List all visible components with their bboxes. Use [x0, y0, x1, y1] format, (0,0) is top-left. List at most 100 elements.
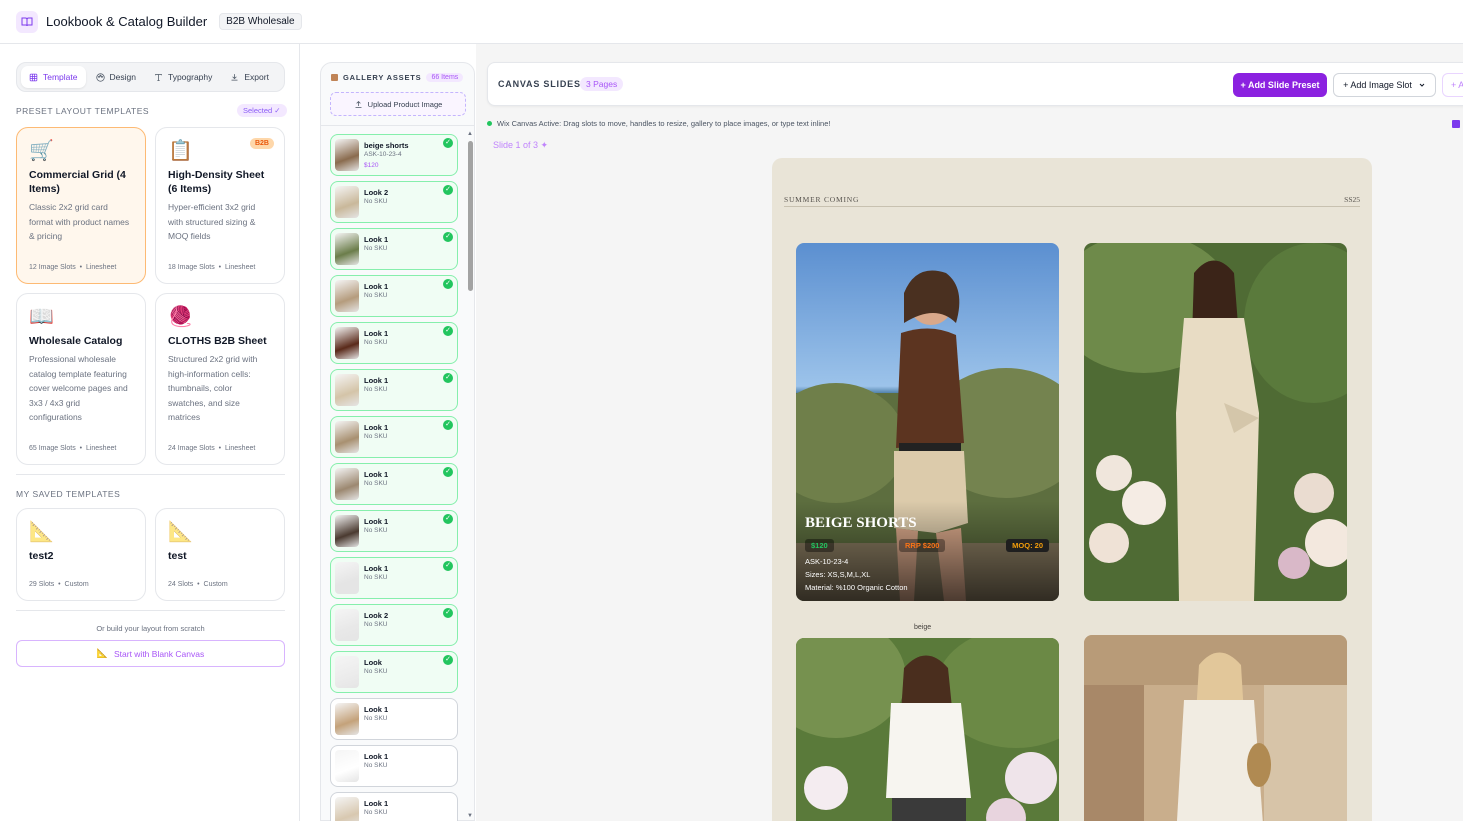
slide-title[interactable]: SUMMER COMING — [784, 195, 859, 204]
slot-caption[interactable]: beige — [914, 624, 931, 631]
product-thumbnail — [335, 468, 359, 500]
item-sku: No SKU — [364, 527, 388, 534]
product-name[interactable]: BEIGE SHORTS — [805, 515, 917, 532]
tab-design[interactable]: Design — [88, 66, 144, 88]
upload-button[interactable]: Upload Product Image — [330, 92, 466, 116]
gallery-item[interactable]: Look 1 No SKU ✓ — [330, 557, 458, 599]
add-image-slot-label: + Add Image Slot — [1343, 80, 1412, 90]
product-thumbnail — [335, 797, 359, 821]
product-material[interactable]: Material: %100 Organic Cotton — [805, 583, 908, 592]
product-sizes[interactable]: Sizes: XS,S,M,L,XL — [805, 570, 870, 579]
gallery-item[interactable]: Look 1 No SKU ✓ — [330, 510, 458, 552]
gallery-item[interactable]: beige shorts ASK-10-23-4 $120 ✓ — [330, 134, 458, 176]
gallery-item[interactable]: Look 1 No SKU — [330, 698, 458, 740]
item-sku: No SKU — [364, 386, 388, 393]
gallery-item[interactable]: Look 1 No SKU — [330, 792, 458, 821]
scroll-thumb[interactable] — [468, 141, 473, 291]
tab-export[interactable]: Export — [222, 66, 277, 88]
product-thumbnail — [335, 515, 359, 547]
item-name: Look 1 — [364, 752, 389, 761]
app-title: Lookbook & Catalog Builder — [46, 14, 208, 29]
preset-meta: 24 Image Slots • Linesheet — [168, 445, 256, 452]
check-icon: ✓ — [443, 279, 453, 289]
preset-card-cloths-b2b[interactable]: 🧶 CLOTHS B2B Sheet Structured 2x2 grid w… — [155, 293, 285, 465]
gallery-item[interactable]: Look 1 No SKU ✓ — [330, 463, 458, 505]
slide-canvas[interactable]: SUMMER COMING SS25 BEIGE SHORTS $120 RRP… — [772, 158, 1372, 821]
tab-template[interactable]: Template — [21, 66, 86, 88]
selected-badge: Selected ✓ — [237, 104, 287, 117]
rrp-badge[interactable]: RRP $200 — [899, 539, 946, 552]
product-thumbnail — [335, 186, 359, 218]
product-photo — [796, 638, 1059, 821]
tab-label: Typography — [167, 72, 213, 82]
tab-label: Export — [244, 72, 269, 82]
item-name: Look 1 — [364, 235, 389, 244]
gallery-item[interactable]: Look 1 No SKU — [330, 745, 458, 787]
divider — [16, 474, 285, 475]
item-name: Look 1 — [364, 282, 389, 291]
preset-title: CLOTHS B2B Sheet — [168, 335, 267, 347]
add-image-slot-button[interactable]: + Add Image Slot — [1333, 73, 1436, 97]
canvas-toolbar: CANVAS SLIDES: 3 Pages + Add Slide Prese… — [487, 62, 1463, 106]
item-sku: No SKU — [364, 809, 388, 816]
product-thumbnail — [335, 750, 359, 782]
triangle-ruler-icon: 📐 — [29, 521, 54, 543]
preset-card-high-density[interactable]: B2B 📋 High-Density Sheet (6 Items) Hyper… — [155, 127, 285, 284]
blank-canvas-label: Start with Blank Canvas — [113, 648, 205, 659]
item-name: beige shorts — [364, 141, 409, 150]
grid-icon — [29, 73, 38, 81]
gallery-item[interactable]: Look 1 No SKU ✓ — [330, 228, 458, 270]
gallery-item[interactable]: Look 1 No SKU ✓ — [330, 322, 458, 364]
gallery-item[interactable]: Look No SKU ✓ — [330, 651, 458, 693]
saved-title: test — [168, 550, 187, 562]
product-sku[interactable]: ASK-10-23-4 — [805, 557, 848, 566]
canvas-area: CANVAS SLIDES: 3 Pages + Add Slide Prese… — [476, 44, 1463, 821]
tab-label: Template — [43, 72, 78, 82]
image-slot-2[interactable] — [1084, 243, 1347, 601]
gallery-item[interactable]: Look 1 No SKU ✓ — [330, 275, 458, 317]
open-book-icon: 📖 — [29, 306, 54, 328]
app-header: Lookbook & Catalog Builder B2B Wholesale — [0, 0, 1463, 44]
check-icon: ✓ — [443, 373, 453, 383]
box-icon — [331, 74, 338, 81]
add-slide-preset-button[interactable]: + Add Slide Preset — [1233, 73, 1327, 97]
blank-canvas-button[interactable]: 📐 Start with Blank Canvas — [16, 640, 285, 667]
product-thumbnail — [335, 139, 359, 171]
scratch-hint: Or build your layout from scratch — [96, 624, 205, 633]
saved-title: test2 — [29, 550, 54, 562]
product-thumbnail — [335, 703, 359, 735]
gallery-scrollbar[interactable]: ▲ ▼ — [467, 131, 474, 821]
item-name: Look 1 — [364, 329, 389, 338]
upload-label: Upload Product Image — [367, 99, 443, 109]
price-badge[interactable]: $120 — [805, 539, 834, 552]
item-name: Look — [364, 658, 382, 667]
type-icon — [155, 73, 162, 81]
slide-indicator: Slide 1 of 3 ✦ — [493, 140, 549, 150]
image-slot-3[interactable] — [796, 638, 1059, 821]
scroll-down-icon[interactable]: ▼ — [467, 813, 473, 819]
save-icon[interactable] — [1452, 120, 1460, 128]
gallery-item[interactable]: Look 2 No SKU ✓ — [330, 604, 458, 646]
moq-badge[interactable]: MOQ: 20 — [1006, 539, 1049, 552]
preset-card-wholesale-catalog[interactable]: 📖 Wholesale Catalog Professional wholesa… — [16, 293, 146, 465]
preset-section-label: PRESET LAYOUT TEMPLATES — [16, 106, 150, 116]
b2b-tag: B2B — [249, 138, 274, 149]
image-slot-1[interactable]: BEIGE SHORTS $120 RRP $200 MOQ: 20 ASK-1… — [796, 243, 1059, 601]
saved-template-test2[interactable]: 📐 test2 29 Slots • Custom — [16, 508, 146, 601]
item-sku: No SKU — [364, 574, 388, 581]
slide-season[interactable]: SS25 — [1344, 195, 1360, 204]
tab-typography[interactable]: Typography — [146, 66, 220, 88]
check-icon: ✓ — [443, 467, 453, 477]
tab-label: Design — [109, 72, 136, 82]
image-slot-4[interactable] — [1084, 635, 1347, 821]
canvas-label: CANVAS SLIDES: — [498, 79, 585, 89]
saved-template-test[interactable]: 📐 test 24 Slots • Custom — [155, 508, 285, 601]
gallery-item[interactable]: Look 1 No SKU ✓ — [330, 416, 458, 458]
gallery-header: GALLERY ASSETS 66 Items — [331, 73, 464, 82]
gallery-item[interactable]: Look 2 No SKU ✓ — [330, 181, 458, 223]
gallery-item[interactable]: Look 1 No SKU ✓ — [330, 369, 458, 411]
triangle-ruler-icon: 📐 — [96, 648, 108, 658]
add-more-button[interactable]: + A — [1442, 73, 1463, 97]
scroll-up-icon[interactable]: ▲ — [467, 131, 473, 137]
preset-card-commercial-grid[interactable]: 🛒 Commercial Grid (4 Items) Classic 2x2 … — [16, 127, 146, 284]
